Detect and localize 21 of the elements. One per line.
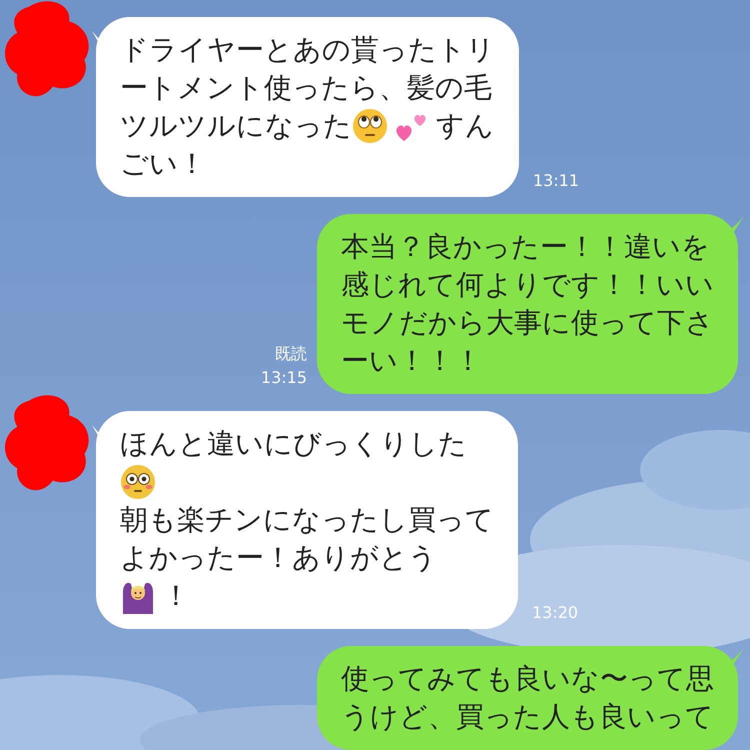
message-text: ーい！！！ <box>341 343 482 379</box>
message-text: ツルツルになった <box>120 108 352 144</box>
message-text: ごい！ <box>120 146 206 182</box>
message-text: 使ってみても良いな〜って思 <box>341 661 714 697</box>
message-text: ートメント使ったら、髪の毛 <box>120 70 492 106</box>
message-text: よかったー！ありがとう <box>120 540 437 576</box>
message-text: モノだから大事に使って下さ <box>341 305 714 341</box>
message-text: すん <box>436 108 494 144</box>
rolling-eyes-face-icon <box>352 108 388 144</box>
read-receipt: 既読 <box>275 343 307 365</box>
message-text: ドライヤーとあの貰ったトリ <box>120 32 495 68</box>
message-text: 朝も楽チンになったし買って <box>120 502 494 538</box>
message-text: ！ <box>162 578 190 614</box>
message-time: 13:15 <box>260 367 307 389</box>
message-time: 13:20 <box>532 602 578 624</box>
message-text: うけど、買った人も良いって <box>341 699 714 735</box>
message-text: 本当？良かったー！！違いを <box>341 229 710 265</box>
flushed-face-icon <box>120 464 156 500</box>
message-text: 感じれて何よりです！！いい <box>341 267 714 303</box>
message-text: ほんと違いにびっくりした <box>120 426 467 462</box>
message-time: 13:11 <box>533 170 580 192</box>
